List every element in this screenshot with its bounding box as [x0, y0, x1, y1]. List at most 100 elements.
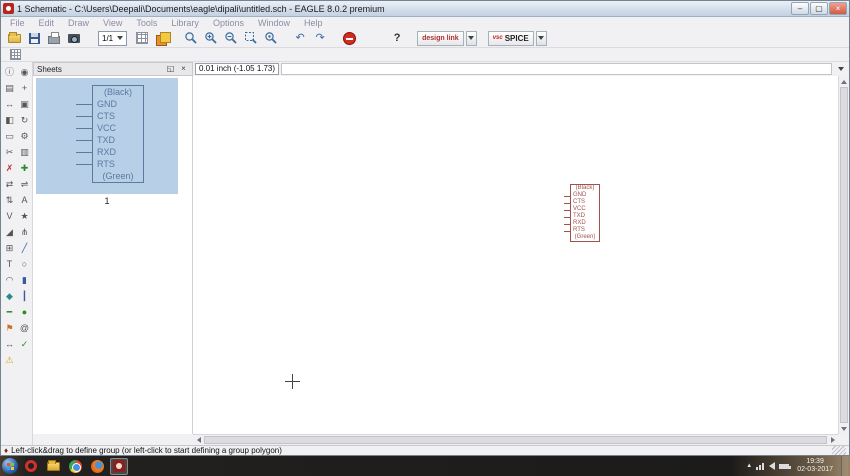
menu-library[interactable]: Library — [164, 18, 206, 28]
net-tool-icon[interactable]: ━ — [2, 305, 17, 320]
split-tool-icon[interactable]: ⋔ — [17, 225, 32, 240]
scroll-right-button[interactable] — [827, 435, 838, 445]
dimension-tool-icon[interactable]: ↔ — [2, 337, 17, 352]
stop-button[interactable] — [340, 30, 358, 47]
smash-tool-icon[interactable]: ★ — [17, 209, 32, 224]
menu-options[interactable]: Options — [206, 18, 251, 28]
start-button[interactable] — [2, 458, 18, 474]
sheet-thumbnail[interactable]: (Black) GND CTS VCC TXD RXD RTS (Green) — [36, 78, 178, 194]
menu-help[interactable]: Help — [297, 18, 330, 28]
export-image-button[interactable] — [65, 30, 83, 47]
maximize-button[interactable]: ▢ — [810, 2, 828, 15]
command-history-dropdown[interactable] — [834, 63, 847, 75]
spice-dropdown[interactable] — [535, 30, 547, 46]
show-tool-icon[interactable]: ◉ — [17, 65, 32, 80]
eagle-taskbar-icon — [113, 460, 125, 472]
group-tool-icon[interactable]: ▭ — [2, 129, 17, 144]
gateswap-tool-icon[interactable]: ⇅ — [2, 193, 17, 208]
layer-settings-button[interactable] — [153, 30, 171, 47]
design-link-dropdown[interactable] — [465, 30, 477, 46]
info-tool-icon[interactable]: ⓘ — [2, 65, 17, 80]
change-tool-icon[interactable]: ⚙ — [17, 129, 32, 144]
taskbar-clock[interactable]: 19:39 02-03-2017 — [793, 458, 837, 474]
design-link-button[interactable]: design link — [417, 30, 464, 46]
mark-tool-icon[interactable]: + — [17, 81, 32, 96]
errors-tool-icon[interactable]: ⚠ — [2, 353, 17, 368]
taskbar-eagle[interactable] — [110, 457, 128, 475]
replace-tool-icon[interactable]: ⇌ — [17, 177, 32, 192]
invoke-tool-icon[interactable]: ⊞ — [2, 241, 17, 256]
command-line-input[interactable] — [281, 63, 832, 75]
scroll-down-button[interactable] — [839, 423, 849, 434]
junction-tool-icon[interactable]: ● — [17, 305, 32, 320]
move-tool-icon[interactable]: ↔ — [2, 97, 17, 112]
erc-tool-icon[interactable]: ✓ — [17, 337, 32, 352]
value-tool-icon[interactable]: V — [2, 209, 17, 224]
scroll-up-button[interactable] — [839, 76, 849, 87]
taskbar-explorer[interactable] — [44, 458, 62, 475]
show-desktop-button[interactable] — [841, 456, 848, 476]
taskbar-chrome[interactable] — [66, 458, 84, 475]
menu-edit[interactable]: Edit — [32, 18, 62, 28]
tray-expand-icon[interactable]: ▲ — [746, 463, 752, 469]
cut-tool-icon[interactable]: ✂ — [2, 145, 17, 160]
text-tool-icon[interactable]: T — [2, 257, 17, 272]
rotate-tool-icon[interactable]: ↻ — [17, 113, 32, 128]
zoom-redraw-button[interactable] — [262, 30, 280, 47]
attribute-tool-icon[interactable]: @ — [17, 321, 32, 336]
add-tool-icon[interactable]: ✚ — [17, 161, 32, 176]
menu-window[interactable]: Window — [251, 18, 297, 28]
content-row: (Black) GND CTS VCC TXD RXD RTS (Green) … — [33, 76, 849, 434]
polygon-tool-icon[interactable]: ◆ — [2, 289, 17, 304]
delete-tool-icon[interactable]: ✗ — [2, 161, 17, 176]
vertical-scroll-thumb[interactable] — [840, 87, 848, 423]
undo-button[interactable]: ↶ — [291, 30, 309, 47]
spice-button[interactable]: vsc SPICE — [487, 30, 534, 46]
zoom-select-button[interactable] — [242, 30, 260, 47]
menu-view[interactable]: View — [96, 18, 129, 28]
save-button[interactable] — [25, 30, 43, 47]
menu-file[interactable]: File — [3, 18, 32, 28]
rect-tool-icon[interactable]: ▮ — [17, 273, 32, 288]
redo-button[interactable]: ↷ — [311, 30, 329, 47]
grid-settings-button[interactable] — [6, 46, 24, 63]
horizontal-scrollbar[interactable] — [193, 434, 838, 445]
volume-icon[interactable] — [769, 462, 776, 470]
vertical-scrollbar[interactable] — [838, 76, 849, 434]
bus-tool-icon[interactable]: ┃ — [17, 289, 32, 304]
mirror-tool-icon[interactable]: ◧ — [2, 113, 17, 128]
wire-tool-icon[interactable]: ╱ — [17, 241, 32, 256]
zoom-out-button[interactable] — [222, 30, 240, 47]
display-tool-icon[interactable]: ▤ — [2, 81, 17, 96]
taskbar-opera[interactable] — [22, 458, 40, 475]
menu-draw[interactable]: Draw — [61, 18, 96, 28]
help-button[interactable]: ? — [388, 30, 406, 47]
pinswap-tool-icon[interactable]: ⇄ — [2, 177, 17, 192]
zoom-in-button[interactable] — [202, 30, 220, 47]
name-tool-icon[interactable]: A — [17, 193, 32, 208]
horizontal-scroll-thumb[interactable] — [204, 436, 827, 444]
paste-tool-icon[interactable]: ▥ — [17, 145, 32, 160]
schematic-component[interactable]: (Black) GND CTS VCC TXD RXD RTS (Green) — [564, 184, 600, 242]
zoom-fit-button[interactable] — [182, 30, 200, 47]
sheet-selector[interactable]: 1/1 — [98, 30, 128, 46]
close-button[interactable]: × — [829, 2, 847, 15]
label-tool-icon[interactable]: ⚑ — [2, 321, 17, 336]
menu-tools[interactable]: Tools — [129, 18, 164, 28]
grid-button[interactable] — [133, 30, 151, 47]
circle-tool-icon[interactable]: ○ — [17, 257, 32, 272]
arc-tool-icon[interactable]: ◠ — [2, 273, 17, 288]
minimize-button[interactable]: – — [791, 2, 809, 15]
network-signal-icon[interactable] — [756, 462, 766, 470]
battery-icon[interactable] — [779, 463, 792, 469]
copy-tool-icon[interactable]: ▣ — [17, 97, 32, 112]
resize-grip[interactable] — [832, 446, 846, 455]
close-panel-icon[interactable]: × — [178, 63, 189, 75]
miter-tool-icon[interactable]: ◢ — [2, 225, 17, 240]
print-button[interactable] — [45, 30, 63, 47]
schematic-canvas[interactable]: (Black) GND CTS VCC TXD RXD RTS (Green) — [193, 76, 838, 434]
taskbar-firefox[interactable] — [88, 458, 106, 475]
scroll-left-button[interactable] — [193, 435, 204, 445]
undock-panel-icon[interactable]: ◱ — [165, 63, 176, 75]
open-button[interactable] — [5, 30, 23, 47]
